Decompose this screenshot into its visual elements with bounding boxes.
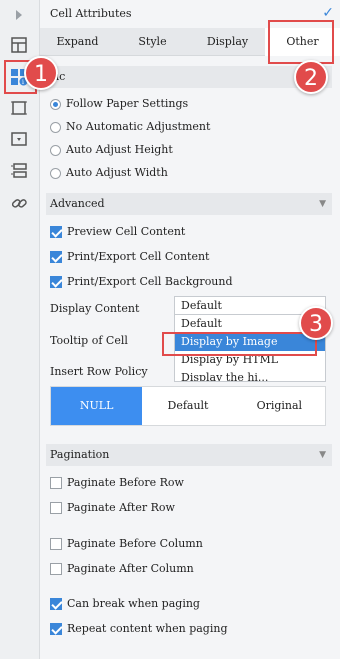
- radio-auto-width[interactable]: Auto Adjust Width: [50, 164, 168, 182]
- checkbox[interactable]: [50, 502, 62, 514]
- tooltip-label: Tooltip of Cell: [50, 334, 128, 347]
- left-toolbar: i: [0, 0, 40, 659]
- checkbox[interactable]: [50, 598, 62, 610]
- checkbox-label: Can break when paging: [67, 597, 200, 610]
- radio-button[interactable]: [50, 144, 61, 156]
- basic-section-header[interactable]: sic ▼: [46, 66, 332, 88]
- radio-label: Auto Adjust Width: [66, 166, 168, 179]
- check-paginate-after-column[interactable]: Paginate After Column: [50, 560, 194, 578]
- checkbox-label: Repeat content when paging: [67, 622, 228, 635]
- check-repeat-content-paging[interactable]: Repeat content when paging: [50, 620, 228, 638]
- check-print-cell-content[interactable]: Print/Export Cell Content: [50, 248, 209, 266]
- checkbox-label: Paginate Before Row: [67, 476, 184, 489]
- radio-auto-height[interactable]: Auto Adjust Height: [50, 141, 173, 159]
- tab-expand[interactable]: Expand: [40, 28, 115, 56]
- checkbox[interactable]: [50, 538, 62, 550]
- checkbox-label: Print/Export Cell Content: [67, 250, 210, 263]
- checkbox[interactable]: [50, 623, 62, 635]
- checkbox[interactable]: [50, 226, 62, 238]
- check-can-break-paging[interactable]: Can break when paging: [50, 595, 200, 613]
- radio-follow-paper[interactable]: Follow Paper Settings: [50, 95, 188, 113]
- dropdown-option[interactable]: Display the hi...: [175, 369, 325, 381]
- segment-null[interactable]: NULL: [51, 387, 143, 425]
- radio-label: No Automatic Adjustment: [66, 120, 211, 133]
- checkbox-label: Paginate After Row: [67, 501, 175, 514]
- checkbox-label: Print/Export Cell Background: [67, 275, 233, 288]
- insert-row-policy-label: Insert Row Policy: [50, 365, 148, 378]
- checkbox-label: Paginate After Column: [67, 562, 194, 575]
- checkbox[interactable]: [50, 276, 62, 288]
- collapse-chevron-icon[interactable]: ▼: [319, 193, 326, 215]
- check-preview-cell-content[interactable]: Preview Cell Content: [50, 223, 185, 241]
- confirm-check-icon[interactable]: ✓: [322, 5, 334, 21]
- advanced-section-header[interactable]: Advanced ▼: [46, 193, 332, 215]
- advanced-section-title: Advanced: [50, 197, 105, 210]
- checkbox[interactable]: [50, 563, 62, 575]
- panel-title: Cell Attributes: [50, 7, 132, 20]
- checkbox[interactable]: [50, 251, 62, 263]
- radio-button[interactable]: [50, 121, 61, 133]
- cell-element-icon[interactable]: [8, 34, 30, 56]
- attributes-panel: Cell Attributes ✓ Expand Style Display O…: [40, 0, 340, 659]
- radio-no-auto-adjust[interactable]: No Automatic Adjustment: [50, 118, 210, 136]
- highlight-box-other-tab: [268, 20, 334, 64]
- pagination-section-header[interactable]: Pagination ▼: [46, 444, 332, 466]
- step-badge-1: 1: [24, 56, 58, 90]
- radio-button[interactable]: [50, 98, 61, 110]
- widget-icon[interactable]: [8, 97, 30, 119]
- collapse-chevron-icon[interactable]: ▼: [319, 444, 326, 466]
- list-settings-icon[interactable]: [8, 160, 30, 182]
- checkbox-label: Preview Cell Content: [67, 225, 186, 238]
- hyperlink-icon[interactable]: [8, 192, 30, 214]
- step-badge-3: 3: [299, 306, 333, 340]
- radio-button[interactable]: [50, 167, 61, 179]
- dropdown-widget-icon[interactable]: [8, 128, 30, 150]
- pagination-section-title: Pagination: [50, 448, 110, 461]
- radio-label: Follow Paper Settings: [66, 97, 189, 110]
- checkbox[interactable]: [50, 477, 62, 489]
- segment-default[interactable]: Default: [142, 387, 233, 425]
- checkbox-label: Paginate Before Column: [67, 537, 203, 550]
- expand-arrow-icon[interactable]: [8, 4, 30, 26]
- check-print-cell-background[interactable]: Print/Export Cell Background: [50, 273, 233, 291]
- tab-display[interactable]: Display: [190, 28, 265, 56]
- radio-label: Auto Adjust Height: [66, 143, 173, 156]
- step-badge-2: 2: [294, 60, 328, 94]
- check-paginate-before-row[interactable]: Paginate Before Row: [50, 474, 184, 492]
- tab-style[interactable]: Style: [115, 28, 190, 56]
- segment-original[interactable]: Original: [234, 387, 325, 425]
- check-paginate-after-row[interactable]: Paginate After Row: [50, 499, 175, 517]
- highlight-box-display-by-image: [162, 332, 317, 356]
- display-content-label: Display Content: [50, 302, 140, 315]
- check-paginate-before-column[interactable]: Paginate Before Column: [50, 535, 203, 553]
- insert-row-policy-segmented: NULL Default Original: [50, 386, 326, 426]
